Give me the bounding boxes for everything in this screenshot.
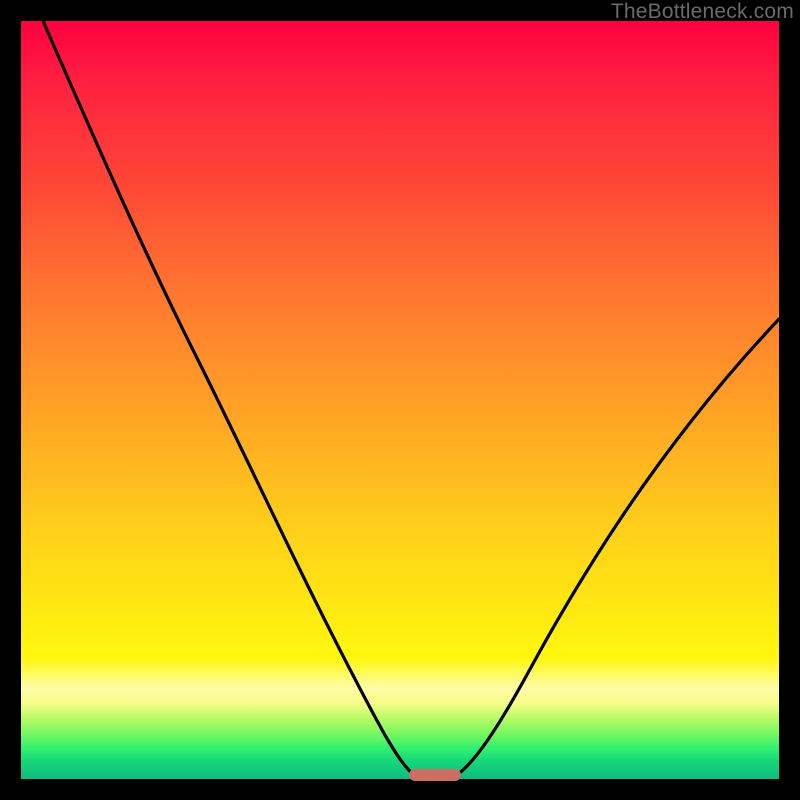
watermark-text: TheBottleneck.com <box>611 0 794 24</box>
optimum-marker <box>409 769 461 781</box>
curve-right-branch <box>457 319 779 775</box>
plot-area <box>21 21 779 779</box>
curve-left-branch <box>43 21 414 775</box>
chart-frame: TheBottleneck.com <box>0 0 800 800</box>
bottleneck-curve <box>21 21 779 779</box>
